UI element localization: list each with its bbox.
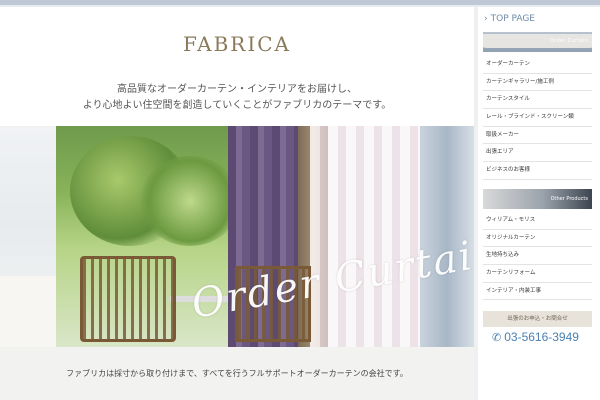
sofa — [0, 276, 56, 347]
site-logo[interactable]: FABRICA — [0, 32, 474, 56]
order-curtain-banner[interactable]: Order Curtain — [483, 32, 592, 52]
other-products-banner[interactable]: Other Products — [483, 189, 592, 209]
menu-item-makers[interactable]: 取扱メーカー — [483, 127, 592, 145]
hero-image: Order Curtain — [0, 126, 474, 347]
other-products-menu: ウィリアム・モリス オリジナルカーテン 生地持ち込み カーテンリフォーム インテ… — [483, 212, 592, 301]
tagline: 高品質なオーダーカーテン・インテリアをお届けし、 より心地よい住空間を創造してい… — [0, 82, 474, 114]
tagline-line-2: より心地よい住空間を創造していくことがファブリカのテーマです。 — [82, 100, 392, 111]
company-description: ファブリカは採寸から取り付けまで、すべてを行うフルサポートオーダーカーテンの会社… — [66, 369, 408, 378]
phone-icon: ✆ — [492, 332, 502, 344]
menu-item-william-morris[interactable]: ウィリアム・モリス — [483, 212, 592, 230]
tree — [140, 156, 240, 246]
chevron-right-icon: › — [484, 14, 488, 24]
menu-item-gallery[interactable]: カーテンギャラリー/施工例 — [483, 74, 592, 92]
menu-item-interior-work[interactable]: インテリア・内装工事 — [483, 283, 592, 301]
curtain-sheer — [310, 126, 420, 347]
menu-item-service-area[interactable]: 出張エリア — [483, 144, 592, 163]
top-page-link[interactable]: › TOP PAGE — [484, 14, 535, 24]
other-products-banner-label: Other Products — [550, 196, 588, 202]
menu-item-business[interactable]: ビジネスのお客様 — [483, 162, 592, 180]
contact-button[interactable]: 出張のお申込・お問合せ — [483, 311, 592, 327]
menu-item-fabric-bring-in[interactable]: 生地持ち込み — [483, 247, 592, 266]
phone-number[interactable]: ✆ 03-5616-3949 — [492, 330, 579, 344]
menu-item-curtain-reform[interactable]: カーテンリフォーム — [483, 265, 592, 283]
tagline-line-1: 高品質なオーダーカーテン・インテリアをお届けし、 — [117, 84, 357, 95]
order-curtain-menu: オーダーカーテン カーテンギャラリー/施工例 カーテンスタイル レール・ブライン… — [483, 56, 592, 180]
order-curtain-banner-label: Order Curtain — [550, 38, 588, 44]
menu-item-order-curtain[interactable]: オーダーカーテン — [483, 56, 592, 74]
menu-item-original-curtain[interactable]: オリジナルカーテン — [483, 230, 592, 248]
garden-chair — [80, 256, 176, 342]
menu-item-curtain-style[interactable]: カーテンスタイル — [483, 91, 592, 110]
top-page-label: TOP PAGE — [490, 14, 535, 24]
phone-number-text: 03-5616-3949 — [504, 330, 579, 344]
menu-item-rails-blinds[interactable]: レール・ブラインド・スクリーン類 — [483, 109, 592, 127]
